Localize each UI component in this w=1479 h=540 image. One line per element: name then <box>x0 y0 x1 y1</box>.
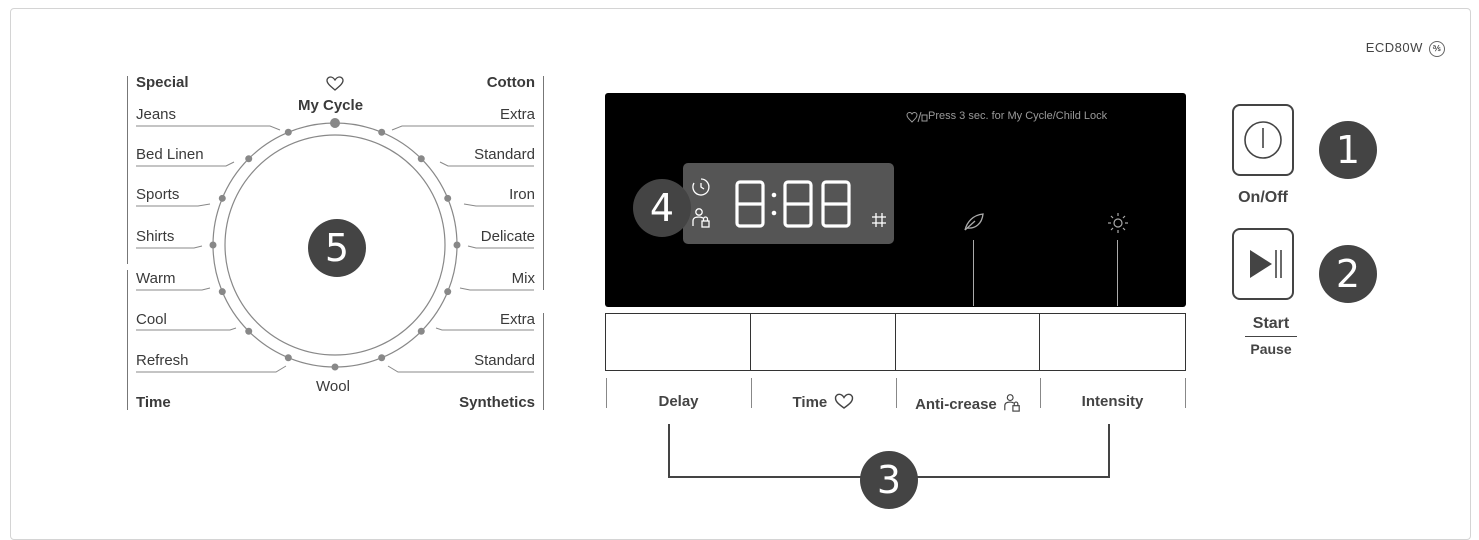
power-button[interactable] <box>1232 104 1294 176</box>
dial-top-label: My Cycle <box>298 97 364 114</box>
delay-button[interactable] <box>605 313 751 371</box>
heart-icon <box>835 393 854 409</box>
power-icon <box>1244 121 1282 159</box>
heart-lock-icon <box>906 111 928 123</box>
program-label-left-0: Special <box>136 74 189 91</box>
separator <box>1185 378 1186 408</box>
group-bar-time <box>127 270 128 410</box>
program-label-right-0: Cotton <box>486 74 535 91</box>
callout-badge-4: 4 <box>633 179 691 237</box>
pause-label: Pause <box>1250 341 1292 357</box>
digit-display <box>735 180 851 228</box>
callout-badge-5: 5 <box>308 219 366 277</box>
child-lock-icon <box>692 208 710 228</box>
callout-badge-1: 1 <box>1319 121 1377 179</box>
anti-crease-label-group: Anti-crease <box>896 393 1040 413</box>
intensity-indicator-line <box>1117 240 1118 306</box>
start-divider <box>1245 336 1297 337</box>
grid-icon <box>872 213 886 227</box>
time-label-group: Time <box>751 393 896 411</box>
callout-badge-2: 2 <box>1319 245 1377 303</box>
time-button[interactable] <box>751 313 896 371</box>
callout-badge-3: 3 <box>860 451 918 509</box>
display-hint: Press 3 sec. for My Cycle/Child Lock <box>928 110 1108 122</box>
intensity-label: Intensity <box>1081 393 1144 410</box>
sun-icon <box>1108 213 1128 233</box>
energy-logo-icon: ℁ <box>1429 40 1445 57</box>
leaf-icon <box>964 213 984 231</box>
program-label-right-8: Synthetics <box>459 394 535 411</box>
program-label-left-8: Time <box>136 394 171 411</box>
anti-crease-label: Anti-crease <box>915 396 997 413</box>
start-label: Start <box>1252 315 1290 332</box>
play-pause-icon <box>1250 250 1282 278</box>
leaf-indicator-line <box>973 240 974 306</box>
anti-crease-button[interactable] <box>896 313 1040 371</box>
start-pause-button[interactable] <box>1232 228 1294 300</box>
dial-bottom-label: Wool <box>316 378 350 395</box>
heart-icon <box>326 76 344 91</box>
intensity-button[interactable] <box>1040 313 1186 371</box>
child-lock-icon <box>1004 394 1020 412</box>
time-label: Time <box>792 394 828 411</box>
delay-label: Delay <box>658 393 699 410</box>
callout-bracket-left <box>668 424 670 478</box>
clock-icon <box>692 178 710 196</box>
power-label: On/Off <box>1238 189 1288 206</box>
model-label: ECD80W ℁ <box>1366 40 1445 57</box>
callout-bracket-right <box>1108 424 1110 478</box>
group-bar-special <box>127 76 128 264</box>
model-name: ECD80W <box>1365 40 1423 55</box>
